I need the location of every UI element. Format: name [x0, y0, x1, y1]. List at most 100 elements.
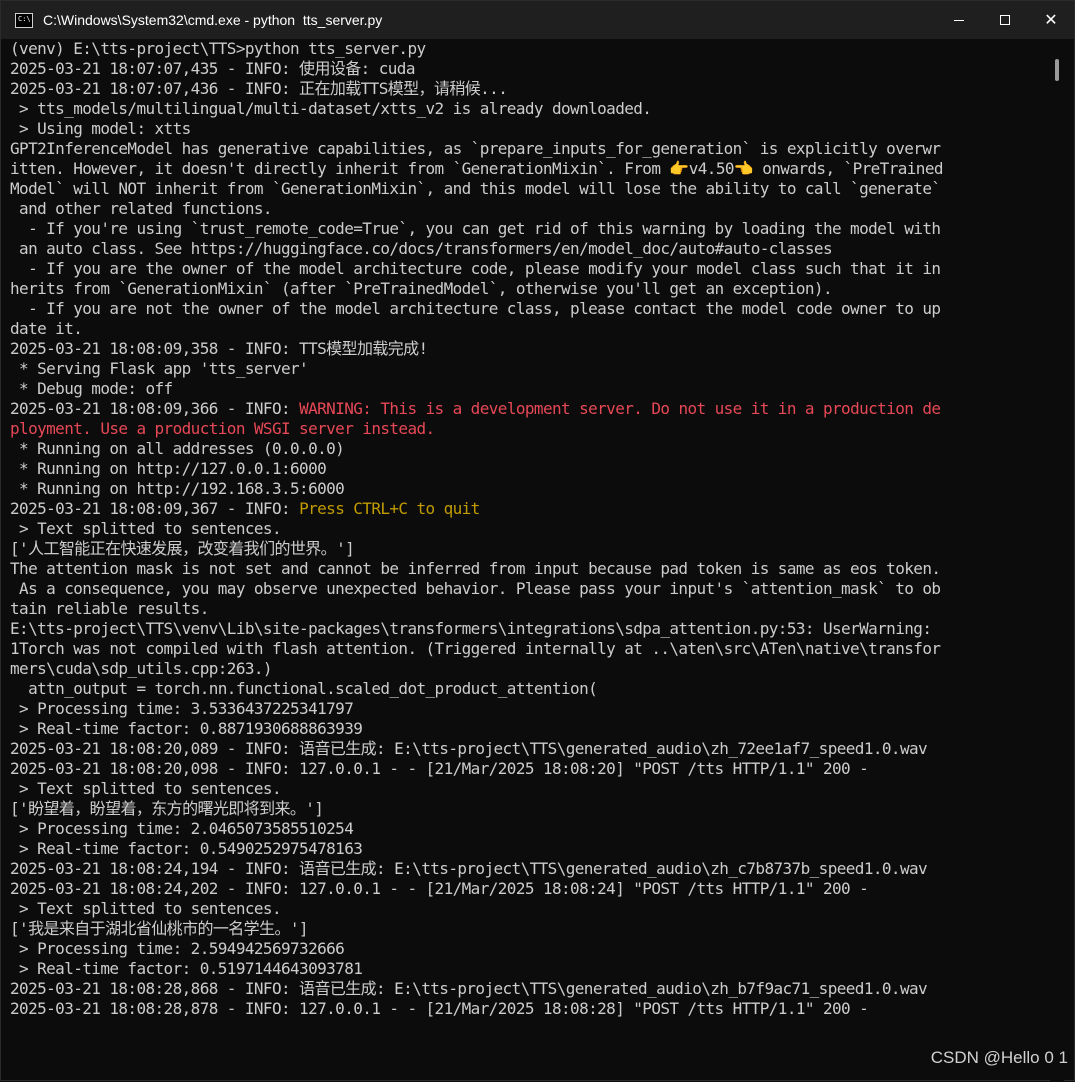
console-line: Model` will NOT inherit from `Generation…: [10, 179, 1042, 199]
console-line-text: 1Torch was not compiled with flash atten…: [10, 639, 941, 658]
vertical-scrollbar[interactable]: [1050, 39, 1064, 1082]
close-button[interactable]: ✕: [1028, 1, 1074, 39]
console-line: * Running on all addresses (0.0.0.0): [10, 439, 1042, 459]
console-line-text: Model` will NOT inherit from `Generation…: [10, 179, 941, 198]
minimize-button[interactable]: [936, 1, 982, 39]
console-line: 2025-03-21 18:08:24,194 - INFO: 语音已生成: E…: [10, 859, 1042, 879]
console-line-text: E:\tts-project\TTS\venv\Lib\site-package…: [10, 619, 932, 638]
console-line-text: ['我是来自于湖北省仙桃市的一名学生。']: [10, 919, 309, 938]
console-line-text: itten. However, it doesn't directly inhe…: [10, 159, 944, 178]
console-line: 2025-03-21 18:08:20,098 - INFO: 127.0.0.…: [10, 759, 1042, 779]
console-line-text: * Running on http://127.0.0.1:6000: [10, 459, 327, 478]
console-line-text: - If you're using `trust_remote_code=Tru…: [10, 219, 941, 238]
warning-text: WARNING: This is a development server. D…: [299, 399, 941, 418]
console-line-text: > Text splitted to sentences.: [10, 519, 282, 538]
console-line-text: 2025-03-21 18:08:09,367 - INFO:: [10, 499, 300, 518]
console-line-text: 2025-03-21 18:08:28,868 - INFO: 语音已生成: E…: [10, 979, 928, 998]
console-line-text: > Processing time: 2.594942569732666: [10, 939, 345, 958]
console-line-text: tain reliable results.: [10, 599, 209, 618]
console-line-text: ['人工智能正在快速发展，改变着我们的世界。']: [10, 539, 355, 558]
console-line: and other related functions.: [10, 199, 1042, 219]
console-line: - If you're using `trust_remote_code=Tru…: [10, 219, 1042, 239]
console-line: itten. However, it doesn't directly inhe…: [10, 159, 1042, 179]
console-line: The attention mask is not set and cannot…: [10, 559, 1042, 579]
console-line: ['盼望着，盼望着，东方的曙光即将到来。']: [10, 799, 1042, 819]
console-line: 2025-03-21 18:08:28,868 - INFO: 语音已生成: E…: [10, 979, 1042, 999]
console-line: herits from `GenerationMixin` (after `Pr…: [10, 279, 1042, 299]
console-line: 1Torch was not compiled with flash atten…: [10, 639, 1042, 659]
console-line: - If you are the owner of the model arch…: [10, 259, 1042, 279]
console-line: * Running on http://127.0.0.1:6000: [10, 459, 1042, 479]
console-line: 2025-03-21 18:08:09,366 - INFO: WARNING:…: [10, 399, 1042, 419]
console-line-text: attn_output = torch.nn.functional.scaled…: [10, 679, 598, 698]
warning-text: ployment. Use a production WSGI server i…: [10, 419, 435, 438]
console-line-text: and other related functions.: [10, 199, 273, 218]
console-line-text: > Real-time factor: 0.8871930688863939: [10, 719, 363, 738]
console-line: ployment. Use a production WSGI server i…: [10, 419, 1042, 439]
console-line: * Serving Flask app 'tts_server': [10, 359, 1042, 379]
cmd-app-icon[interactable]: C:\: [15, 12, 33, 28]
console-line: 2025-03-21 18:08:28,878 - INFO: 127.0.0.…: [10, 999, 1042, 1019]
quit-hint-text: Press CTRL+C to quit: [299, 499, 480, 518]
console-line-text: * Running on all addresses (0.0.0.0): [10, 439, 345, 458]
console-line-text: ['盼望着，盼望着，东方的曙光即将到来。']: [10, 799, 324, 818]
console-line: * Running on http://192.168.3.5:6000: [10, 479, 1042, 499]
console-line: tain reliable results.: [10, 599, 1042, 619]
console-line: attn_output = torch.nn.functional.scaled…: [10, 679, 1042, 699]
console-line-text: 2025-03-21 18:08:20,098 - INFO: 127.0.0.…: [10, 759, 869, 778]
console-line: > Real-time factor: 0.8871930688863939: [10, 719, 1042, 739]
watermark: CSDN @Hello 0 1: [930, 1048, 1068, 1067]
window-title: C:\Windows\System32\cmd.exe - python tts…: [43, 12, 383, 28]
console-line: > Processing time: 2.0465073585510254: [10, 819, 1042, 839]
console-line: > Processing time: 2.594942569732666: [10, 939, 1042, 959]
console-line: - If you are not the owner of the model …: [10, 299, 1042, 319]
console-line: > Text splitted to sentences.: [10, 779, 1042, 799]
console-line-text: an auto class. See https://huggingface.c…: [10, 239, 833, 258]
console-line-text: 2025-03-21 18:08:24,194 - INFO: 语音已生成: E…: [10, 859, 928, 878]
maximize-button[interactable]: [982, 1, 1028, 39]
console-line-text: > Processing time: 3.5336437225341797: [10, 699, 354, 718]
console-line-text: (venv) E:\tts-project\TTS>python tts_ser…: [10, 39, 426, 58]
console-line-text: > Text splitted to sentences.: [10, 899, 282, 918]
console-line-text: As a consequence, you may observe unexpe…: [10, 579, 941, 598]
console-line-text: * Debug mode: off: [10, 379, 173, 398]
console-line: > Using model: xtts: [10, 119, 1042, 139]
close-icon: ✕: [1044, 10, 1058, 29]
console-line: 2025-03-21 18:07:07,436 - INFO: 正在加载TTS模…: [10, 79, 1042, 99]
console-line: (venv) E:\tts-project\TTS>python tts_ser…: [10, 39, 1042, 59]
prompt-row[interactable]: [10, 1039, 1042, 1044]
console-line: > Real-time factor: 0.5197144643093781: [10, 959, 1042, 979]
console-line-text: * Running on http://192.168.3.5:6000: [10, 479, 345, 498]
console-line: ['人工智能正在快速发展，改变着我们的世界。']: [10, 539, 1042, 559]
cmd-window: C:\ C:\Windows\System32\cmd.exe - python…: [0, 0, 1075, 1082]
console-line-text: 2025-03-21 18:08:09,358 - INFO: TTS模型加载完…: [10, 339, 428, 358]
scrollbar-thumb[interactable]: [1055, 59, 1059, 81]
title-bar[interactable]: C:\ C:\Windows\System32\cmd.exe - python…: [1, 1, 1074, 39]
console-line: > Real-time factor: 0.5490252975478163: [10, 839, 1042, 859]
console-line-text: 2025-03-21 18:07:07,436 - INFO: 正在加载TTS模…: [10, 79, 508, 98]
console-line: > Text splitted to sentences.: [10, 899, 1042, 919]
console-line-text: 2025-03-21 18:07:07,435 - INFO: 使用设备: cu…: [10, 59, 415, 78]
console-line-text: GPT2InferenceModel has generative capabi…: [10, 139, 941, 158]
console-line: GPT2InferenceModel has generative capabi…: [10, 139, 1042, 159]
console-line-text: - If you are the owner of the model arch…: [10, 259, 941, 278]
console-line: > Text splitted to sentences.: [10, 519, 1042, 539]
console-line: 2025-03-21 18:08:09,358 - INFO: TTS模型加载完…: [10, 339, 1042, 359]
console-line-text: - If you are not the owner of the model …: [10, 299, 941, 318]
console-line: > Processing time: 3.5336437225341797: [10, 699, 1042, 719]
console-line: As a consequence, you may observe unexpe…: [10, 579, 1042, 599]
minimize-icon: [954, 19, 964, 21]
console-line-text: The attention mask is not set and cannot…: [10, 559, 941, 578]
console-line: 2025-03-21 18:08:20,089 - INFO: 语音已生成: E…: [10, 739, 1042, 759]
console-line: mers\cuda\sdp_utils.cpp:263.): [10, 659, 1042, 679]
console-line-text: 2025-03-21 18:08:09,366 - INFO:: [10, 399, 300, 418]
console-line: 2025-03-21 18:07:07,435 - INFO: 使用设备: cu…: [10, 59, 1042, 79]
console-line: E:\tts-project\TTS\venv\Lib\site-package…: [10, 619, 1042, 639]
cmd-app-icon-label: C:\: [18, 14, 31, 23]
console-line: date it.: [10, 319, 1042, 339]
console-line-text: mers\cuda\sdp_utils.cpp:263.): [10, 659, 273, 678]
console-line: ['我是来自于湖北省仙桃市的一名学生。']: [10, 919, 1042, 939]
console-output[interactable]: (venv) E:\tts-project\TTS>python tts_ser…: [10, 39, 1042, 1044]
console-line-text: > tts_models/multilingual/multi-dataset/…: [10, 99, 652, 118]
